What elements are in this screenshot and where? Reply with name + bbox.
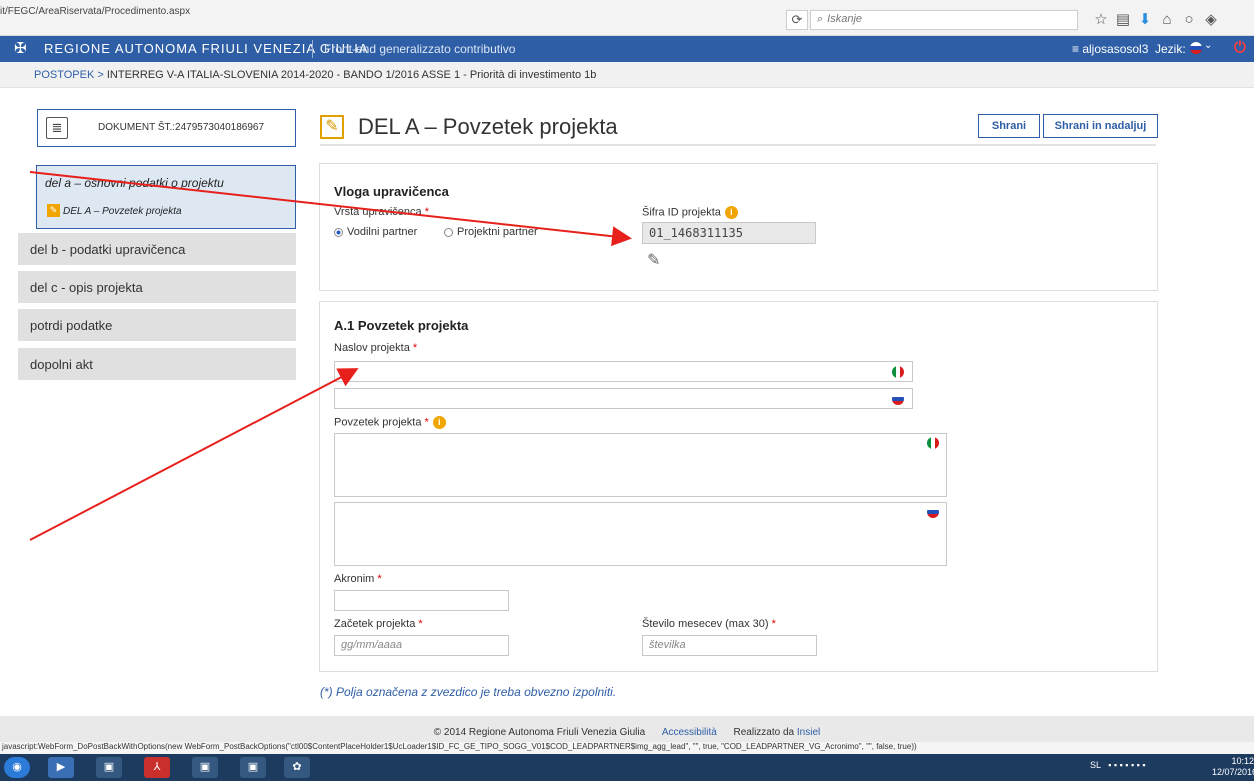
circle-icon[interactable]: ○: [1178, 11, 1200, 28]
sidebar-section-a-title[interactable]: del a – osnovni podatki o projektu: [45, 176, 224, 190]
header-divider: [312, 40, 313, 58]
sidebar-item-dopolni[interactable]: dopolni akt: [18, 348, 296, 380]
search-icon: ⌕: [817, 13, 824, 25]
panel-title: A.1 Povzetek projekta: [334, 318, 469, 333]
footer-insiel-link[interactable]: Insiel: [797, 727, 820, 738]
italy-flag-icon: [892, 366, 904, 378]
footer-accessibility-link[interactable]: Accessibilità: [662, 727, 717, 738]
home-icon[interactable]: ⌂: [1156, 11, 1178, 28]
system-tray: SL ▪ ▪ ▪ ▪ ▪ ▪ ▪: [1090, 760, 1146, 770]
taskbar-pdf-icon[interactable]: ⅄: [144, 757, 170, 778]
start-icon[interactable]: ◉: [4, 757, 30, 778]
page-title: DEL A – Povzetek projekta: [358, 114, 618, 139]
edit-icon: ✎: [320, 115, 344, 139]
applicant-role-panel: Vloga upravičenca Vrsta upravičenca * Vo…: [319, 163, 1158, 291]
sidebar-section-a[interactable]: del a – osnovni podatki o projektu ✎ DEL…: [36, 165, 296, 229]
app-header: ✠ Regione Autonoma Friuli Venezia Giulia…: [0, 36, 1254, 62]
app-title: Front-end generalizzato contributivo: [324, 42, 516, 56]
browser-toolbar: it/FEGC/AreaRiservata/Procedimento.aspx …: [0, 0, 1254, 36]
project-summary-panel: A.1 Povzetek projekta Naslov projekta * …: [319, 301, 1158, 672]
power-icon[interactable]: ⏻: [1234, 39, 1246, 56]
chevron-down-icon[interactable]: ⌄: [1204, 40, 1212, 51]
info-icon: i: [432, 416, 446, 429]
title-label: Naslov projekta *: [334, 342, 418, 354]
start-date-input[interactable]: gg/mm/aaaa: [334, 635, 509, 656]
title-input-si[interactable]: [334, 388, 913, 409]
edit-icon: ✎: [47, 204, 60, 217]
applicant-type-label: Vrsta upravičenca *: [334, 206, 429, 218]
taskbar-app-2[interactable]: ▣: [96, 757, 122, 778]
footer-realized: Realizzato da: [733, 727, 795, 738]
windows-taskbar: ◉ ▶ ▣ ⅄ ▣ ▣ ✿ SL ▪ ▪ ▪ ▪ ▪ ▪ ▪ 10:12 12/0…: [0, 754, 1254, 781]
taskbar-paint-icon[interactable]: ✿: [284, 757, 310, 778]
user-menu[interactable]: ≡ aljosasosol3: [1072, 42, 1148, 56]
footer-copyright: © 2014 Regione Autonoma Friuli Venezia G…: [433, 727, 646, 738]
browser-status-bar: javascript:WebForm_DoPostBackWithOptions…: [0, 742, 1254, 754]
slovenia-flag-icon[interactable]: [1190, 42, 1202, 54]
title-input-it[interactable]: [334, 361, 913, 382]
acronym-input[interactable]: [334, 590, 509, 611]
browser-nav-icons: ☆ ▤ ⬇ ⌂ ○ ◈: [1090, 10, 1254, 30]
breadcrumb-path: INTERREG V-A ITALIA-SLOVENIA 2014-2020 -…: [106, 69, 597, 81]
breadcrumb: POSTOPEK > INTERREG V-A ITALIA-SLOVENIA …: [0, 62, 1254, 88]
url-bar[interactable]: it/FEGC/AreaRiservata/Procedimento.aspx: [0, 6, 190, 17]
region-title: Regione Autonoma Friuli Venezia Giulia: [44, 41, 369, 56]
summary-textarea-it[interactable]: [334, 433, 947, 497]
document-icon: ≣: [46, 117, 68, 139]
save-button[interactable]: Shrani: [978, 114, 1040, 138]
document-label: DOKUMENT ŠT.:2479573040186967: [98, 122, 265, 133]
taskbar-app-1[interactable]: ▶: [48, 757, 74, 778]
system-clock[interactable]: 10:12 12/07/2016: [1212, 756, 1254, 778]
sidebar-item-potrdi[interactable]: potrdi podatke: [18, 309, 296, 341]
months-input[interactable]: številka: [642, 635, 817, 656]
sidebar-item-del-b[interactable]: del b - podatki upravičenca: [18, 233, 296, 265]
search-placeholder: Iskanje: [827, 13, 863, 25]
save-continue-button[interactable]: Shrani in nadaljuj: [1043, 114, 1158, 138]
italy-flag-icon: [927, 437, 939, 449]
taskbar-app-4[interactable]: ▣: [240, 757, 266, 778]
slovenia-flag-icon: [927, 506, 939, 518]
months-label: Število mesecev (max 30) *: [642, 618, 776, 630]
browser-search-input[interactable]: ⌕ Iskanje: [810, 10, 1078, 30]
star-icon[interactable]: ☆: [1090, 10, 1112, 28]
start-date-label: Začetek projekta *: [334, 618, 423, 630]
document-number-box: ≣ DOKUMENT ŠT.:2479573040186967: [37, 109, 296, 147]
radio-lead-partner[interactable]: Vodilni partner: [334, 226, 417, 238]
required-fields-note: (*) Polja označena z zvezdico je treba o…: [320, 685, 617, 699]
breadcrumb-root[interactable]: POSTOPEK >: [34, 69, 104, 81]
acronym-label: Akronim *: [334, 573, 382, 585]
download-icon[interactable]: ⬇: [1134, 10, 1156, 28]
region-logo-icon: ✠: [14, 40, 27, 57]
sidebar-item-del-c[interactable]: del c - opis projekta: [18, 271, 296, 303]
radio-project-partner[interactable]: Projektni partner: [444, 226, 538, 238]
annotation-arrow-title: [29, 368, 359, 541]
summary-label: Povzetek projekta * i: [334, 416, 446, 429]
taskbar-app-3[interactable]: ▣: [192, 757, 218, 778]
panel-title: Vloga upravičenca: [334, 184, 449, 199]
bookmark-icon[interactable]: ▤: [1112, 10, 1134, 28]
page-footer: © 2014 Regione Autonoma Friuli Venezia G…: [0, 716, 1254, 742]
project-id-label: Šifra ID projekta i: [642, 206, 738, 219]
slovenia-flag-icon: [892, 393, 904, 405]
tray-language[interactable]: SL: [1090, 760, 1101, 770]
reload-icon[interactable]: ⟳: [786, 10, 808, 30]
pencil-icon[interactable]: ✎: [647, 250, 660, 270]
sidebar-item-del-a[interactable]: DEL A – Povzetek projekta: [63, 206, 182, 217]
summary-textarea-si[interactable]: [334, 502, 947, 566]
info-icon: i: [724, 206, 738, 219]
project-id-field: 01_1468311135: [642, 222, 816, 244]
language-label: Jezik:: [1155, 42, 1186, 56]
shield-icon[interactable]: ◈: [1200, 10, 1222, 28]
